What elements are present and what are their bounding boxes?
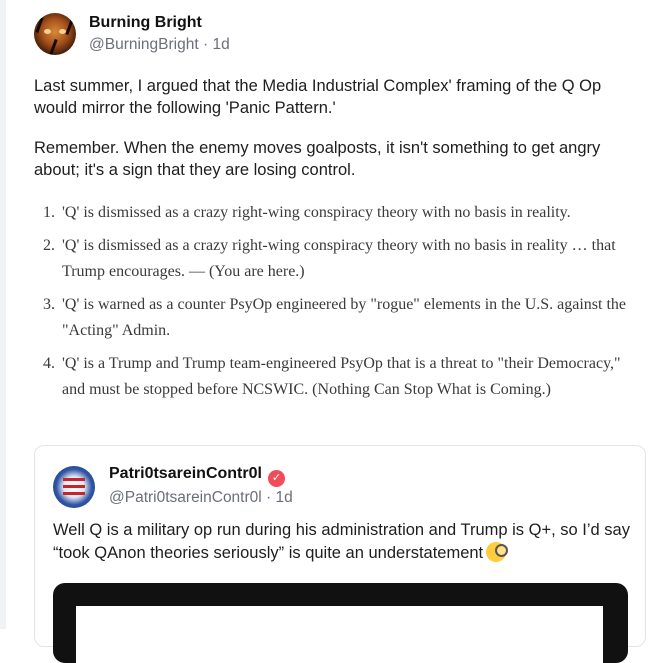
monocle-face-icon [486,542,509,562]
quoted-author-handle[interactable]: @Patri0tsareinContr0l [109,489,262,506]
left-rail [0,0,6,629]
list-item-number: 2. [43,237,55,254]
panic-pattern-list: 1. 'Q' is dismissed as a crazy right-win… [34,200,646,410]
verified-badge-icon: ✓ [267,470,285,487]
avatar-eye-left [44,29,51,34]
post-time[interactable]: 1d [212,36,229,53]
post-paragraph: Remember. When the enemy moves goalposts… [34,139,601,179]
author-handle-line: @BurningBright · 1d [89,36,230,54]
avatar-stripe [63,485,85,488]
list-item: 4. 'Q' is a Trump and Trump team-enginee… [34,351,646,403]
avatar-stripe [63,492,85,495]
author-avatar[interactable] [34,13,76,55]
list-item-text: 'Q' is a Trump and Trump team-engineered… [62,355,621,398]
author-handle[interactable]: @BurningBright [89,36,199,53]
quoted-post-time[interactable]: 1d [276,489,293,506]
list-item-text: 'Q' is warned as a counter PsyOp enginee… [62,296,627,339]
avatar-stripe [63,478,85,481]
list-item-number: 3. [43,296,55,313]
media-content [76,606,603,663]
post-author-row: Burning Bright @BurningBright · 1d [34,12,646,56]
quoted-post-text-block: Well Q is a military op run during his a… [53,519,638,565]
post-paragraph: Last summer, I argued that the Media Ind… [34,77,602,117]
list-item-number: 1. [43,204,55,221]
quoted-post-text: Well Q is a military op run during his a… [53,521,630,562]
list-item: 3. 'Q' is warned as a counter PsyOp engi… [34,292,646,344]
quoted-post-media[interactable] [53,583,628,663]
list-item-number: 4. [43,355,55,372]
meta-separator: · [202,36,209,53]
list-item: 1. 'Q' is dismissed as a crazy right-win… [34,200,646,226]
quoted-post-card[interactable]: Patri0tsareinContr0l ✓ @Patri0tsareinCont… [34,445,646,663]
list-item-text: 'Q' is dismissed as a crazy right-wing c… [62,237,616,280]
avatar-stripe [49,38,58,55]
avatar-stripe [65,18,74,36]
avatar-stripe [35,16,44,34]
quoted-author-avatar[interactable] [53,466,95,508]
meta-separator: · [266,489,272,506]
quoted-author-name-row: Patri0tsareinContr0l ✓ [109,465,285,487]
list-item-text: 'Q' is dismissed as a crazy right-wing c… [62,204,571,221]
quoted-author-display-name[interactable]: Patri0tsareinContr0l [109,465,262,482]
author-display-name[interactable]: Burning Bright [89,14,202,32]
quoted-author-handle-line: @Patri0tsareinContr0l · 1d [109,489,293,507]
list-item: 2. 'Q' is dismissed as a crazy right-win… [34,233,646,285]
